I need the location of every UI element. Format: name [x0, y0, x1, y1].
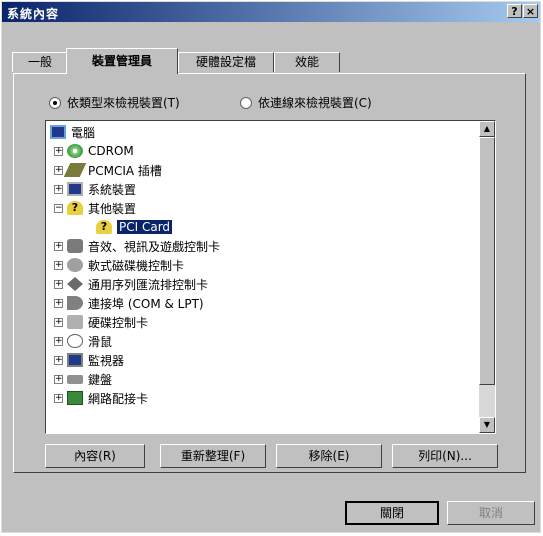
tree-item-mouse[interactable]: + 滑鼠: [54, 332, 112, 350]
tree-item-pci-card[interactable]: ? PCI Card: [96, 218, 173, 236]
tree-item-label: 系統裝置: [88, 182, 137, 197]
sound-icon: [67, 239, 83, 253]
scroll-down-icon[interactable]: ▼: [479, 417, 495, 433]
close-dialog-button[interactable]: 關閉: [345, 501, 439, 525]
tree-item-floppy[interactable]: + 軟式磁碟機控制卡: [54, 256, 184, 274]
window-title: 系統內容: [7, 7, 60, 21]
view-by-type-label: 依類型來檢視裝置(T): [67, 96, 180, 110]
tree-item-label: 連接埠 (COM & LPT): [88, 296, 204, 311]
expand-icon[interactable]: +: [54, 298, 63, 308]
system-icon: [67, 182, 83, 196]
view-by-connection-label: 依連線來檢視裝置(C): [258, 96, 372, 110]
tree-item-label: 硬碟控制卡: [88, 315, 149, 330]
tree-item-system-devices[interactable]: + 系統裝置: [54, 180, 136, 198]
tree-item-label: 通用序列匯流排控制卡: [88, 277, 209, 292]
properties-button[interactable]: 內容(R): [45, 444, 145, 468]
tree-item-label: PCMCIA 插槽: [88, 163, 162, 178]
view-by-connection-radio[interactable]: 依連線來檢視裝置(C): [240, 94, 372, 111]
tree-item-label: 音效、視訊及遊戲控制卡: [88, 239, 221, 254]
expand-icon[interactable]: +: [54, 260, 63, 270]
view-by-type-radio[interactable]: 依類型來檢視裝置(T): [49, 94, 180, 111]
tree-root-label: 電腦: [71, 125, 96, 140]
question-icon: ?: [96, 220, 112, 234]
remove-button[interactable]: 移除(E): [276, 444, 382, 468]
disk-icon: [67, 258, 83, 272]
usb-icon: [67, 277, 83, 291]
radio-selected-icon: [49, 96, 61, 109]
tree-root[interactable]: 電腦: [50, 123, 95, 141]
tree-item-sound-video[interactable]: + 音效、視訊及遊戲控制卡: [54, 237, 220, 255]
expand-icon[interactable]: +: [54, 165, 63, 175]
tab-performance[interactable]: 效能: [274, 52, 340, 72]
expand-icon[interactable]: +: [54, 279, 63, 289]
tree-item-other-devices[interactable]: − ? 其他裝置: [54, 199, 136, 217]
tree-item-ports[interactable]: + 連接埠 (COM & LPT): [54, 294, 204, 312]
question-icon: ?: [67, 201, 83, 215]
tree-item-keyboard[interactable]: + 鍵盤: [54, 370, 112, 388]
scroll-up-icon[interactable]: ▲: [479, 121, 495, 137]
device-tree[interactable]: 電腦 + CDROM + PCMCIA 插槽 + 系統裝置 − ? 其他裝置 ?…: [45, 120, 496, 434]
tree-item-network[interactable]: + 網路配接卡: [54, 389, 148, 407]
tree-item-label: 其他裝置: [88, 201, 137, 216]
display-icon: [67, 353, 83, 367]
system-properties-window: 系統內容 ? × 一般 裝置管理員 硬體設定檔 效能 依類型來檢視裝置(T) 依…: [1, 1, 541, 533]
keyboard-icon: [67, 374, 83, 384]
expand-icon[interactable]: +: [54, 355, 63, 365]
tab-general[interactable]: 一般: [12, 52, 68, 72]
tree-item-label: 鍵盤: [88, 372, 113, 387]
tree-item-usb[interactable]: + 通用序列匯流排控制卡: [54, 275, 208, 293]
tree-item-label: 軟式磁碟機控制卡: [88, 258, 185, 273]
tree-item-monitor[interactable]: + 監視器: [54, 351, 124, 369]
title-bar: 系統內容 ? ×: [2, 2, 540, 22]
tree-item-cdrom[interactable]: + CDROM: [54, 142, 134, 160]
print-button[interactable]: 列印(N)...: [392, 444, 498, 468]
tree-item-label: 網路配接卡: [88, 391, 149, 406]
vertical-scrollbar[interactable]: ▲ ▼: [479, 121, 495, 433]
tab-device-manager[interactable]: 裝置管理員: [66, 48, 178, 74]
help-button[interactable]: ?: [507, 4, 522, 18]
expand-icon[interactable]: +: [54, 317, 63, 327]
network-icon: [67, 391, 83, 405]
expand-icon[interactable]: +: [54, 146, 63, 156]
tree-item-label-selected: PCI Card: [117, 220, 173, 234]
close-window-button[interactable]: ×: [523, 4, 538, 18]
tree-item-label: 滑鼠: [88, 334, 113, 349]
hdd-icon: [67, 315, 83, 329]
tree-item-label: 監視器: [88, 353, 125, 368]
expand-icon[interactable]: +: [54, 241, 63, 251]
expand-icon[interactable]: +: [54, 374, 63, 384]
radio-unselected-icon: [240, 96, 252, 109]
refresh-button[interactable]: 重新整理(F): [160, 444, 266, 468]
tree-item-pcmcia[interactable]: + PCMCIA 插槽: [54, 161, 162, 179]
mouse-icon: [67, 334, 83, 348]
scroll-thumb[interactable]: [479, 137, 495, 385]
expand-icon[interactable]: +: [54, 184, 63, 194]
tree-item-label: CDROM: [88, 144, 134, 158]
pcmcia-icon: [63, 163, 87, 177]
expand-icon[interactable]: +: [54, 336, 63, 346]
tree-item-hdd-controller[interactable]: + 硬碟控制卡: [54, 313, 148, 331]
computer-icon: [50, 125, 66, 139]
cdrom-icon: [67, 144, 83, 158]
collapse-icon[interactable]: −: [54, 203, 63, 213]
expand-icon[interactable]: +: [54, 393, 63, 403]
port-icon: [67, 296, 83, 310]
cancel-button[interactable]: 取消: [447, 501, 535, 525]
tab-hardware-profiles[interactable]: 硬體設定檔: [178, 52, 274, 72]
